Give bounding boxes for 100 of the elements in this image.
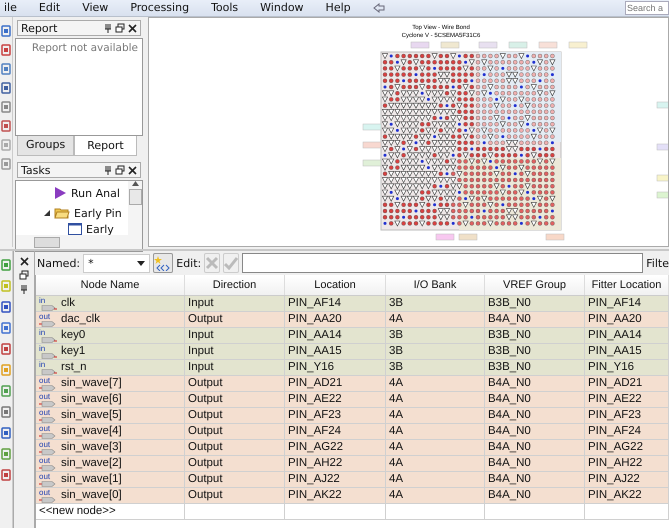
table-cell: clk bbox=[61, 296, 76, 311]
toolbar-icon[interactable] bbox=[1, 301, 11, 313]
pin-icon[interactable] bbox=[104, 165, 112, 175]
toolbar-icon[interactable] bbox=[1, 343, 11, 355]
search-field[interactable]: Search a bbox=[625, 1, 669, 15]
table-cell: PIN_Y16 bbox=[285, 360, 386, 375]
close-icon[interactable] bbox=[128, 166, 137, 174]
table-cell: PIN_AF24 bbox=[285, 424, 386, 439]
table-cell: 4A bbox=[386, 408, 485, 423]
table-cell: Output bbox=[185, 456, 285, 471]
arrow-icon[interactable] bbox=[372, 3, 385, 13]
pin-icon[interactable] bbox=[104, 23, 112, 33]
close-icon[interactable] bbox=[20, 257, 28, 266]
caret-icon[interactable] bbox=[137, 260, 146, 266]
filter-label: Filte bbox=[646, 256, 669, 270]
column-header[interactable]: Direction bbox=[185, 275, 285, 295]
table-cell: sin_wave[5] bbox=[61, 408, 122, 423]
menu-item[interactable]: ile bbox=[4, 0, 17, 16]
tab[interactable]: Report bbox=[74, 136, 137, 156]
menu-item[interactable]: Help bbox=[326, 0, 351, 16]
expanded-caret-icon[interactable] bbox=[44, 210, 50, 216]
table-cell: PIN_AH22 bbox=[585, 456, 669, 471]
table-cell: PIN_AE22 bbox=[585, 392, 669, 407]
toolbar-icon[interactable] bbox=[1, 448, 11, 460]
menu-item[interactable]: Processing bbox=[130, 0, 190, 16]
table-cell: Output bbox=[185, 424, 285, 439]
pin-grid-drawing[interactable] bbox=[362, 42, 668, 240]
toolbar-icon[interactable] bbox=[1, 82, 11, 94]
menu-item[interactable]: Tools bbox=[211, 0, 238, 16]
table-cell: B4A_N0 bbox=[485, 392, 585, 407]
table-cell: PIN_AJ22 bbox=[285, 472, 386, 487]
toolbar-icon[interactable] bbox=[1, 322, 11, 334]
restore-icon[interactable] bbox=[115, 165, 125, 175]
table-cell: 3B bbox=[386, 344, 485, 359]
table-cell: PIN_AA15 bbox=[585, 344, 669, 359]
table-cell: B3B_N0 bbox=[485, 328, 585, 343]
table-cell: sin_wave[1] bbox=[61, 472, 122, 487]
toolbar-icon[interactable] bbox=[1, 385, 11, 397]
table-cell: B3B_N0 bbox=[485, 296, 585, 311]
table-cell: key0 bbox=[61, 328, 86, 343]
table-cell: PIN_AG22 bbox=[585, 440, 669, 455]
table-cell: PIN_AK22 bbox=[285, 488, 386, 503]
empty-message: Report not available bbox=[32, 42, 138, 56]
column-header[interactable]: I/O Bank bbox=[386, 275, 485, 295]
table-cell: 3B bbox=[386, 296, 485, 311]
new-node-cell[interactable]: <<new node>> bbox=[36, 504, 185, 519]
table-cell: 3B bbox=[386, 360, 485, 375]
toolbar-icon[interactable] bbox=[1, 427, 11, 439]
table-cell: 4A bbox=[386, 456, 485, 471]
table-cell: 4A bbox=[386, 472, 485, 487]
table-cell: B3B_N0 bbox=[485, 344, 585, 359]
column-header[interactable]: Fitter Location bbox=[585, 275, 669, 295]
close-icon[interactable] bbox=[128, 24, 137, 32]
restore-icon[interactable] bbox=[19, 270, 29, 280]
table-cell: 4A bbox=[386, 440, 485, 455]
menu-item[interactable]: Window bbox=[260, 0, 304, 16]
node-finder-button[interactable] bbox=[153, 253, 174, 273]
column-header[interactable]: Node Name bbox=[36, 275, 185, 295]
table-cell: sin_wave[3] bbox=[61, 440, 122, 455]
toolbar-icon[interactable] bbox=[1, 44, 11, 56]
named-dropdown[interactable]: * bbox=[83, 254, 150, 272]
table-cell: PIN_AK22 bbox=[585, 488, 669, 503]
restore-icon[interactable] bbox=[115, 23, 125, 33]
edit-field[interactable] bbox=[242, 253, 644, 273]
table-cell: PIN_AJ22 bbox=[585, 472, 669, 487]
table-cell: B3B_N0 bbox=[485, 360, 585, 375]
scroll-up-icon[interactable] bbox=[132, 181, 138, 186]
task-item[interactable]: Early bbox=[44, 223, 128, 235]
folder-icon bbox=[54, 207, 70, 219]
table-cell: Output bbox=[185, 312, 285, 327]
table-cell: PIN_AF23 bbox=[585, 408, 669, 423]
task-item[interactable]: Early Pin bbox=[44, 203, 128, 223]
table-cell: rst_n bbox=[61, 360, 87, 375]
table-cell: PIN_AG22 bbox=[285, 440, 386, 455]
table-cell: Output bbox=[185, 392, 285, 407]
menu-item[interactable]: View bbox=[82, 0, 108, 16]
menu-item[interactable]: Edit bbox=[38, 0, 60, 16]
table-cell: sin_wave[0] bbox=[61, 488, 122, 503]
table-cell: B4A_N0 bbox=[485, 424, 585, 439]
task-item[interactable]: Run Anal bbox=[44, 183, 128, 203]
toolbar-icon[interactable] bbox=[1, 101, 11, 113]
column-header[interactable]: VREF Group bbox=[485, 275, 585, 295]
toolbar-icon[interactable] bbox=[1, 25, 11, 37]
toolbar-icon[interactable] bbox=[1, 63, 11, 75]
toolbar-icon[interactable] bbox=[1, 259, 11, 271]
table-cell: dac_clk bbox=[61, 312, 100, 327]
toolbar-icon[interactable] bbox=[1, 469, 11, 481]
pin-icon[interactable] bbox=[20, 284, 28, 294]
table-cell: B4A_N0 bbox=[485, 472, 585, 487]
column-header[interactable]: Location bbox=[285, 275, 386, 295]
table-cell: B4A_N0 bbox=[485, 312, 585, 327]
toolbar-icon[interactable] bbox=[1, 406, 11, 418]
vertical-scrollbar[interactable] bbox=[128, 181, 142, 235]
table-cell: PIN_AH22 bbox=[285, 456, 386, 471]
table-cell: 4A bbox=[386, 488, 485, 503]
table-cell: Output bbox=[185, 408, 285, 423]
table-cell: sin_wave[7] bbox=[61, 376, 122, 391]
toolbar-icon[interactable] bbox=[1, 120, 11, 132]
table-cell: Input bbox=[185, 296, 285, 311]
tab[interactable]: Groups bbox=[17, 136, 74, 156]
